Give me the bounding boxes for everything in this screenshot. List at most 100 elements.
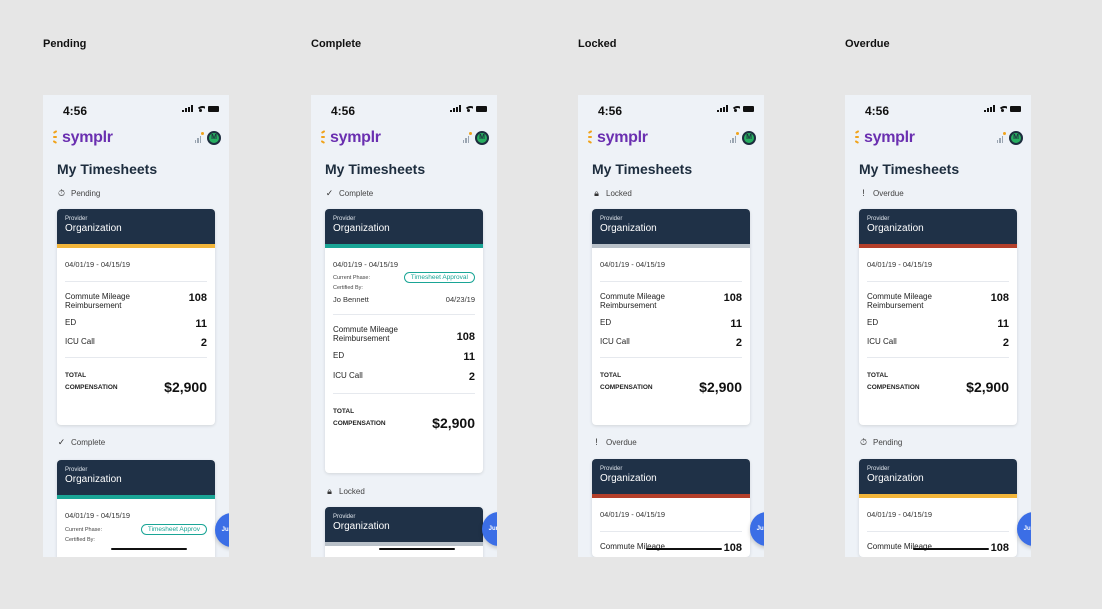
stopwatch-icon: ⏱ — [57, 188, 66, 198]
page-title: My Timesheets — [325, 161, 426, 177]
stats-icon[interactable] — [194, 136, 201, 143]
date-range: 04/01/19 - 04/15/19 — [600, 260, 666, 269]
jump-button[interactable]: Jump ↓ — [215, 513, 229, 547]
home-indicator — [646, 548, 722, 550]
avatar[interactable]: M — [207, 131, 221, 145]
total-compensation: TOTAL COMPENSATION $2,900 — [65, 372, 207, 395]
timesheet-card[interactable]: Provider Organization 04/01/19 - 04/15/1… — [592, 459, 750, 557]
jump-button[interactable]: Jump ↓ — [750, 512, 764, 546]
stats-icon[interactable] — [462, 136, 469, 143]
phone-overdue: 4:56 symplr M My Timesheets ! Overdue Pr… — [845, 95, 1031, 557]
line-item: ICU Call 2 — [600, 337, 742, 349]
home-indicator — [111, 548, 187, 550]
status-time: 4:56 — [598, 104, 623, 118]
stats-icon[interactable] — [996, 136, 1003, 143]
page-title: My Timesheets — [859, 161, 960, 177]
avatar[interactable]: M — [475, 131, 489, 145]
stats-icon[interactable] — [729, 136, 736, 143]
timesheet-card[interactable]: Provider Organization 04/01/19 - 04/15/1… — [859, 459, 1017, 557]
phone-complete: 4:56 symplr M My Timesheets ✓ Complete P… — [311, 95, 497, 557]
card-header: Provider Organization — [592, 459, 750, 494]
battery-icon — [476, 105, 487, 112]
line-item: ICU Call 2 — [333, 371, 475, 383]
notification-dot — [201, 132, 204, 135]
logo-rays-icon — [52, 127, 61, 147]
section-header-locked: 🔒︎ Locked — [325, 486, 365, 497]
line-item: Commute Mileage Reimbursement 108 — [867, 292, 1009, 310]
date-range: 04/01/19 - 04/15/19 — [65, 511, 131, 520]
wifi-icon — [731, 105, 740, 112]
check-icon: ✓ — [57, 437, 66, 447]
total-compensation: TOTAL COMPENSATION $2,900 — [600, 372, 742, 395]
status-bar: 4:56 — [578, 95, 764, 125]
section-header-pending: ⏱ Pending — [57, 188, 101, 198]
phone-locked: 4:56 symplr M My Timesheets 🔒︎ Locked Pr… — [578, 95, 764, 557]
battery-icon — [208, 105, 219, 112]
status-bar: 4:56 — [311, 95, 497, 125]
section-header-overdue: ! Overdue — [859, 188, 903, 198]
timesheet-card[interactable]: Provider Organization 04/01/19 - 04/15/1… — [57, 460, 215, 557]
total-compensation: TOTAL COMPENSATION $2,900 — [333, 408, 475, 431]
status-time: 4:56 — [865, 104, 890, 118]
timesheet-card[interactable]: Provider Organization 04/01/19 - 04/15/1… — [57, 209, 215, 425]
check-icon: ✓ — [325, 188, 334, 198]
wifi-icon — [464, 105, 473, 112]
timesheet-card[interactable]: Provider Organization 04/01/19 - 04/15/1… — [859, 209, 1017, 425]
symplr-logo: symplr — [62, 129, 113, 146]
symplr-logo: symplr — [330, 129, 381, 146]
stopwatch-icon: ⏱ — [859, 437, 868, 447]
jump-button[interactable]: Jump ↓ — [1017, 512, 1031, 546]
status-time: 4:56 — [331, 104, 356, 118]
date-range: 04/01/19 - 04/15/19 — [867, 260, 933, 269]
phase-pill: Timesheet Approval — [403, 272, 475, 283]
notification-dot — [469, 132, 472, 135]
card-header: Provider Organization — [859, 459, 1017, 494]
date-range: 04/01/19 - 04/15/19 — [600, 510, 666, 519]
card-header: Provider Organization — [57, 460, 215, 495]
avatar[interactable]: M — [742, 131, 756, 145]
status-bar: 4:56 — [43, 95, 229, 125]
logo-rays-icon — [854, 127, 863, 147]
date-range: 04/01/19 - 04/15/19 — [333, 260, 399, 269]
symplr-logo: symplr — [597, 129, 648, 146]
timesheet-card[interactable]: Provider Organization 04/01/19 - 04/15/1… — [592, 209, 750, 425]
status-bar: 4:56 — [845, 95, 1031, 125]
section-header-overdue: ! Overdue — [592, 437, 636, 447]
symplr-logo: symplr — [864, 129, 915, 146]
date-range: 04/01/19 - 04/15/19 — [65, 260, 131, 269]
cell-signal-icon — [182, 105, 193, 112]
battery-icon — [1010, 105, 1021, 112]
avatar[interactable]: M — [1009, 131, 1023, 145]
column-label-locked: Locked — [578, 38, 617, 50]
notification-dot — [1003, 132, 1006, 135]
exclamation-icon: ! — [595, 437, 598, 447]
phase-pill: Timesheet Approv — [140, 524, 207, 535]
card-header: Provider Organization — [592, 209, 750, 244]
certifier-row: Jo Bennett 04/23/19 — [333, 295, 475, 304]
line-item: Commute Mileage Reimbursement 108 — [65, 292, 207, 310]
battery-icon — [743, 105, 754, 112]
wifi-icon — [196, 105, 205, 112]
section-header-complete: ✓ Complete — [57, 437, 106, 447]
line-item: ED 11 — [333, 351, 475, 363]
date-range: 04/01/19 - 04/15/19 — [867, 510, 933, 519]
column-label-pending: Pending — [43, 38, 87, 50]
timesheet-card[interactable]: Provider Organization 04/01/19 - 04/15/1… — [325, 209, 483, 473]
logo-rays-icon — [587, 127, 596, 147]
line-item: Commute Mileage Reimbursement 108 — [333, 325, 475, 343]
line-item: ICU Call 2 — [65, 337, 207, 349]
exclamation-icon: ! — [862, 188, 865, 198]
line-item: ICU Call 2 — [867, 337, 1009, 349]
wifi-icon — [998, 105, 1007, 112]
lock-icon: 🔒︎ — [327, 486, 332, 496]
phone-pending: 4:56 symplr M My Timesheets ⏱ Pending Pr… — [43, 95, 229, 557]
lock-icon: 🔒︎ — [594, 188, 599, 198]
section-header-locked: 🔒︎ Locked — [592, 188, 632, 199]
card-header: Provider Organization — [859, 209, 1017, 244]
logo-rays-icon — [320, 127, 329, 147]
column-label-complete: Complete — [311, 38, 362, 50]
jump-button[interactable]: Jump ↓ — [482, 512, 497, 546]
line-item: Commute Mileage Reimbursement 108 — [600, 292, 742, 310]
line-item: ED 11 — [65, 318, 207, 330]
column-label-overdue: Overdue — [845, 38, 890, 50]
